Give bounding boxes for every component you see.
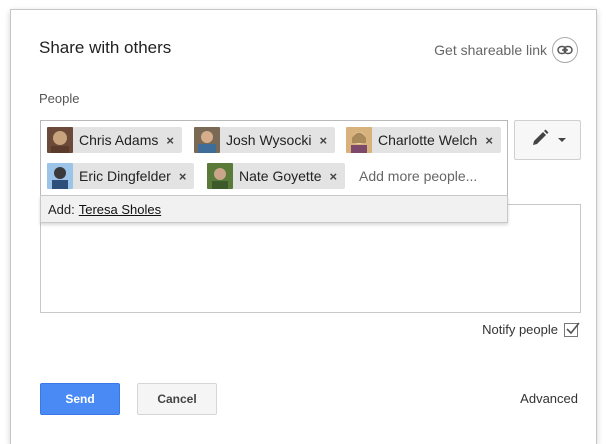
remove-chip-icon[interactable]: ×: [166, 134, 174, 147]
remove-chip-icon[interactable]: ×: [319, 134, 327, 147]
suggestion-name-link[interactable]: Teresa Sholes: [79, 202, 161, 217]
chip-name: Chris Adams: [79, 132, 159, 148]
pencil-icon: [530, 128, 550, 153]
link-icon[interactable]: [552, 37, 578, 63]
get-shareable-link-button[interactable]: Get shareable link: [434, 37, 578, 63]
notify-people-label: Notify people: [482, 322, 558, 337]
share-dialog: Share with others Get shareable link Peo…: [10, 9, 597, 444]
suggestion-prefix: Add:: [48, 201, 75, 217]
send-button[interactable]: Send: [40, 383, 120, 415]
remove-chip-icon[interactable]: ×: [485, 134, 493, 147]
cancel-button[interactable]: Cancel: [137, 383, 217, 415]
remove-chip-icon[interactable]: ×: [179, 170, 187, 183]
remove-chip-icon[interactable]: ×: [330, 170, 338, 183]
notify-checkbox[interactable]: [564, 322, 580, 337]
person-photo-icon: [194, 127, 220, 153]
chip-name: Nate Goyette: [239, 168, 322, 184]
recipient-chip: Josh Wysocki ×: [194, 127, 336, 153]
person-photo-icon: [207, 163, 233, 189]
add-people-input[interactable]: [359, 163, 499, 189]
chevron-down-icon: [557, 138, 566, 142]
people-input-box[interactable]: Chris Adams × Josh Wysocki × Charlotte W…: [40, 120, 508, 195]
people-section-label: People: [39, 91, 80, 106]
autocomplete-suggestion[interactable]: Add: Teresa Sholes: [40, 195, 508, 223]
notify-people-option[interactable]: Notify people: [482, 322, 580, 337]
dialog-title: Share with others: [39, 38, 172, 57]
recipient-chip: Nate Goyette ×: [207, 163, 346, 189]
person-photo-icon: [47, 163, 73, 189]
chip-name: Eric Dingfelder: [79, 168, 171, 184]
advanced-link[interactable]: Advanced: [520, 391, 578, 406]
recipient-chip: Charlotte Welch ×: [346, 127, 501, 153]
person-photo-icon: [47, 127, 73, 153]
chip-name: Charlotte Welch: [378, 132, 478, 148]
person-photo-icon: [346, 127, 372, 153]
recipient-chip: Eric Dingfelder ×: [47, 163, 195, 189]
recipient-chip: Chris Adams ×: [47, 127, 182, 153]
get-shareable-link-label: Get shareable link: [434, 42, 547, 58]
permission-dropdown-button[interactable]: [514, 120, 581, 160]
chip-name: Josh Wysocki: [226, 132, 312, 148]
